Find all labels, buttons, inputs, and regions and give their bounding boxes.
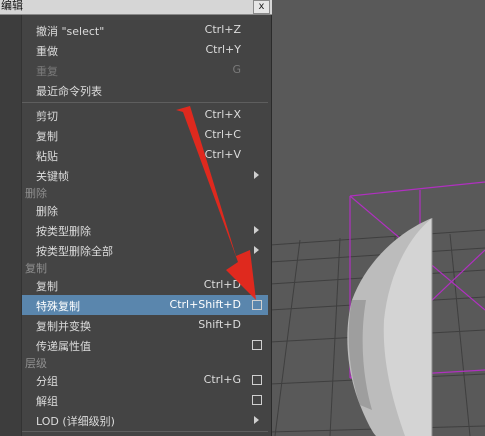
menu-item-shortcut: Shift+D — [198, 318, 241, 331]
menu-item-label: 最近命令列表 — [36, 85, 102, 98]
menu-item-cut[interactable]: 剪切 Ctrl+X — [22, 105, 268, 125]
close-button[interactable]: x — [253, 0, 270, 14]
menu-item-paste[interactable]: 粘贴 Ctrl+V — [22, 145, 268, 165]
menu-item-label: 复制 — [36, 280, 58, 293]
menu-item-label: LOD (详细级别) — [36, 415, 115, 428]
menu-item-shortcut: G — [232, 63, 241, 76]
option-box-icon[interactable] — [252, 300, 262, 310]
menu-item-shortcut: Ctrl+V — [204, 148, 241, 161]
menu-item-delete[interactable]: 删除 — [22, 200, 268, 220]
menu-item-label: 粘贴 — [36, 150, 58, 163]
section-label: 删除 — [25, 187, 47, 200]
option-box-icon[interactable] — [252, 375, 262, 385]
submenu-arrow-icon — [254, 226, 259, 234]
menu-item-duplicate-transform[interactable]: 复制并变换 Shift+D — [22, 315, 268, 335]
section-label: 层级 — [25, 357, 47, 370]
menu-item-duplicate-special[interactable]: 特殊复制 Ctrl+Shift+D — [22, 295, 268, 315]
menu-item-shortcut: Ctrl+Z — [204, 23, 241, 36]
menu-item-shortcut: Ctrl+Y — [205, 43, 241, 56]
menu-item-label: 按类型删除 — [36, 225, 91, 238]
menu-item-label: 按类型删除全部 — [36, 245, 113, 258]
menu-item-copy[interactable]: 复制 Ctrl+C — [22, 125, 268, 145]
menu-item-label: 剪切 — [36, 110, 58, 123]
menu-item-lod[interactable]: LOD (详细级别) — [22, 410, 268, 430]
menu-item-label: 特殊复制 — [36, 300, 80, 313]
menu-item-undo[interactable]: 撤消 "select" Ctrl+Z — [22, 20, 268, 40]
section-header-duplicate: 复制 — [22, 259, 268, 275]
menu-item-transfer-attributes[interactable]: 传递属性值 — [22, 335, 268, 355]
menu-item-redo[interactable]: 重做 Ctrl+Y — [22, 40, 268, 60]
menu-item-label: 撤消 "select" — [36, 25, 105, 38]
menu-item-label: 重做 — [36, 45, 58, 58]
menu-divider — [22, 431, 268, 432]
menu-item-delete-all-by-type[interactable]: 按类型删除全部 — [22, 240, 268, 260]
menu-item-duplicate[interactable]: 复制 Ctrl+D — [22, 275, 268, 295]
menu-item-label: 复制 — [36, 130, 58, 143]
mesh-object — [347, 218, 433, 436]
menu-item-repeat[interactable]: 重复 G — [22, 60, 268, 80]
menu-item-shortcut: Ctrl+C — [204, 128, 241, 141]
menu-item-shortcut: Ctrl+Shift+D — [169, 298, 241, 311]
menu-item-label: 分组 — [36, 375, 58, 388]
menu-item-label: 复制并变换 — [36, 320, 91, 333]
menu-item-label: 解组 — [36, 395, 58, 408]
menu-item-keys[interactable]: 关键帧 — [22, 165, 268, 185]
menu-item-label: 删除 — [36, 205, 58, 218]
menu-title-bar[interactable]: 编辑 x — [0, 0, 272, 15]
menu-divider — [22, 102, 268, 103]
menu-item-delete-by-type[interactable]: 按类型删除 — [22, 220, 268, 240]
submenu-arrow-icon — [254, 171, 259, 179]
menu-title: 编辑 — [1, 0, 23, 12]
menu-item-shortcut: Ctrl+G — [203, 373, 241, 386]
menu-item-group[interactable]: 分组 Ctrl+G — [22, 370, 268, 390]
menu-item-label: 重复 — [36, 65, 58, 78]
menu-icon-strip — [0, 15, 22, 436]
section-header-hierarchy: 层级 — [22, 354, 268, 370]
edit-menu: 编辑 x 撤消 "select" Ctrl+Z 重做 Ctrl+Y 重复 G 最… — [0, 0, 272, 436]
submenu-arrow-icon — [254, 416, 259, 424]
section-header-delete: 删除 — [22, 184, 268, 200]
option-box-icon[interactable] — [252, 395, 262, 405]
menu-item-label: 传递属性值 — [36, 340, 91, 353]
menu-item-shortcut: Ctrl+D — [203, 278, 241, 291]
section-label: 复制 — [25, 262, 47, 275]
menu-item-label: 关键帧 — [36, 170, 69, 183]
menu-item-ungroup[interactable]: 解组 — [22, 390, 268, 410]
submenu-arrow-icon — [254, 246, 259, 254]
option-box-icon[interactable] — [252, 340, 262, 350]
menu-item-shortcut: Ctrl+X — [204, 108, 241, 121]
menu-item-recent-commands[interactable]: 最近命令列表 — [22, 80, 268, 100]
